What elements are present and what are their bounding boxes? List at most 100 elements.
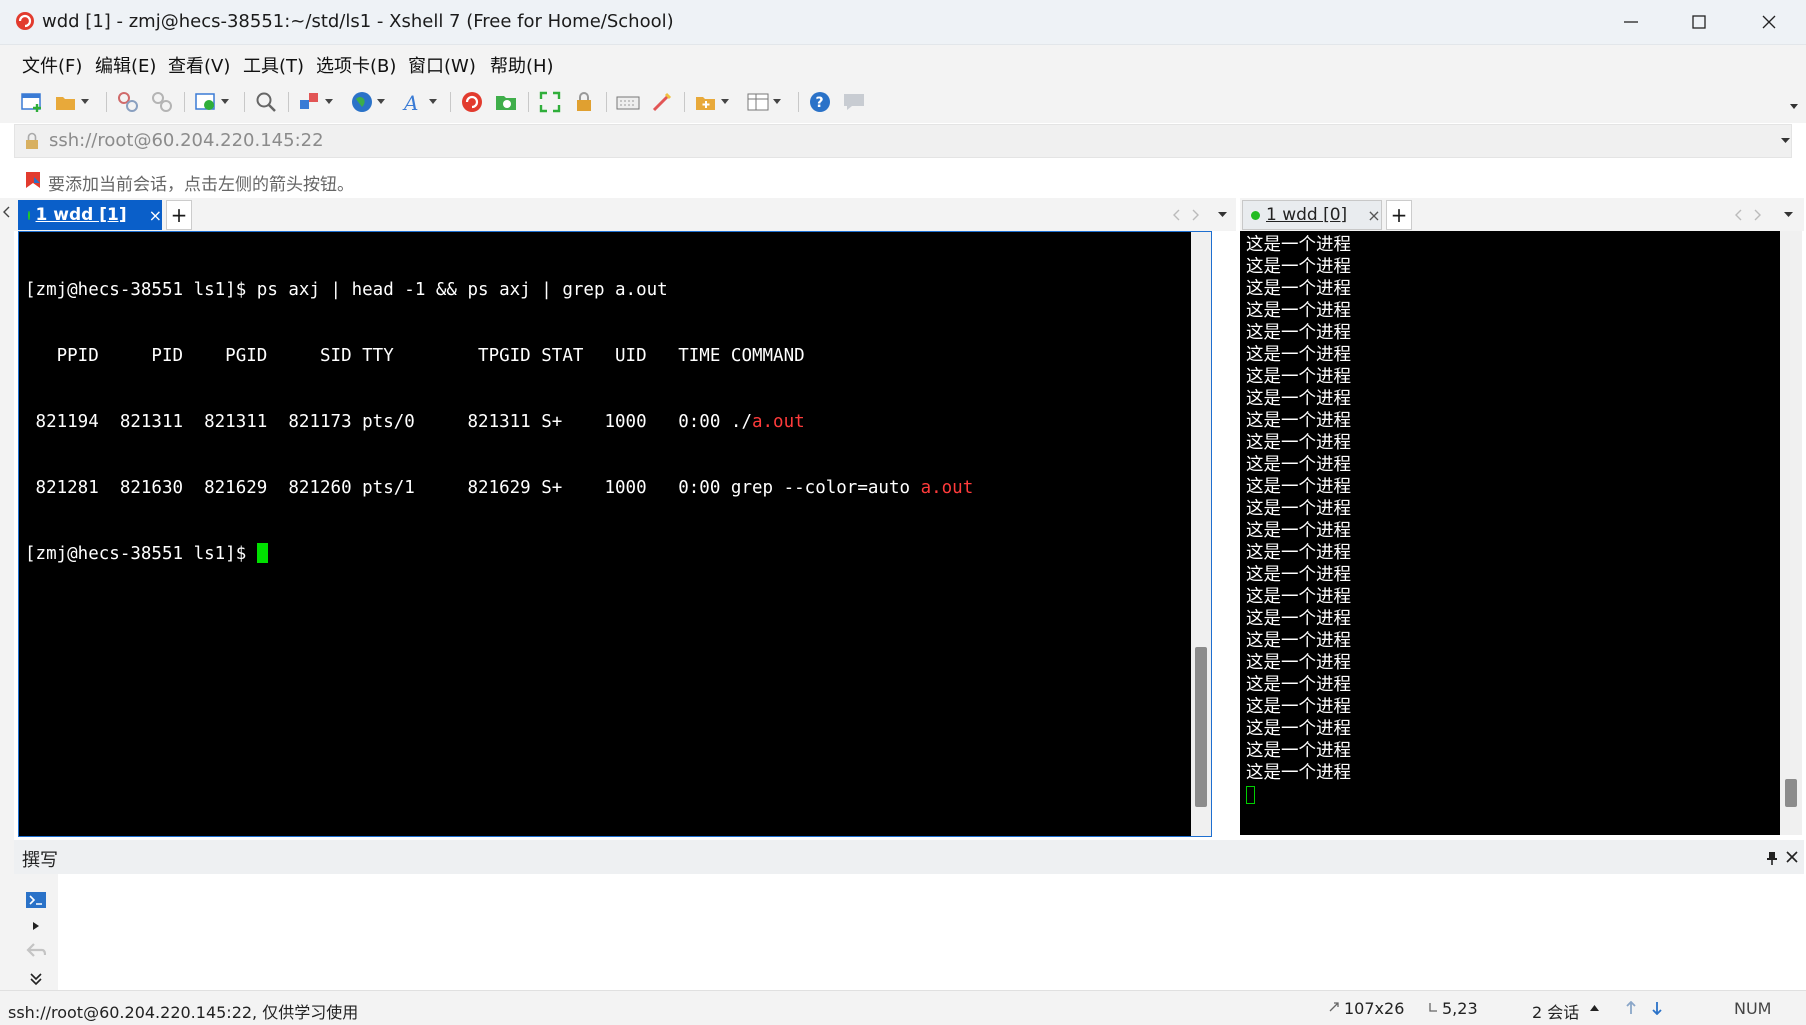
close-icon[interactable] xyxy=(1786,851,1798,863)
menu-file[interactable]: 文件(F) xyxy=(22,52,82,78)
terminal-line: 这是一个进程 xyxy=(1246,389,1351,409)
tab-wdd-1[interactable]: 1 wdd [1] × xyxy=(18,200,162,230)
terminal-line: 这是一个进程 xyxy=(1246,521,1351,541)
double-chevron-down-icon[interactable] xyxy=(30,972,42,986)
terminal-line: 这是一个进程 xyxy=(1246,719,1351,739)
chevron-down-icon xyxy=(721,99,729,104)
undo-arrow-icon[interactable] xyxy=(26,942,46,960)
left-tab-strip: 1 wdd [1] × + xyxy=(14,198,1236,231)
chat-button[interactable] xyxy=(842,88,866,116)
toolbar-overflow-icon[interactable] xyxy=(1790,104,1798,110)
pin-icon[interactable] xyxy=(1766,851,1778,865)
layout-icon xyxy=(747,93,769,111)
left-edge-strip xyxy=(0,198,14,990)
disconnect-icon xyxy=(152,92,172,112)
tab-close-button[interactable]: × xyxy=(149,206,162,225)
transfer-button[interactable] xyxy=(298,88,333,116)
keyboard-button[interactable] xyxy=(616,88,640,116)
fullscreen-button[interactable] xyxy=(538,88,562,116)
window-title: wdd [1] - zmj@hecs-38551:~/std/ls1 - Xsh… xyxy=(42,11,674,32)
find-button[interactable] xyxy=(254,88,278,116)
close-button[interactable] xyxy=(1734,0,1804,44)
terminal-left[interactable]: [zmj@hecs-38551 ls1]$ ps axj | head -1 &… xyxy=(18,231,1212,837)
xshell-button[interactable] xyxy=(460,88,484,116)
menu-view[interactable]: 查看(V) xyxy=(168,52,230,78)
scrollbar[interactable] xyxy=(1780,231,1802,835)
scrollbar[interactable] xyxy=(1191,232,1211,836)
line-text: 821281 821630 821629 821260 pts/1 821629… xyxy=(25,478,921,498)
scrollbar-thumb[interactable] xyxy=(1195,647,1207,807)
script-button[interactable] xyxy=(650,88,674,116)
font-button[interactable]: A xyxy=(402,88,437,116)
xftp-icon xyxy=(496,96,516,110)
chevron-down-icon[interactable] xyxy=(1784,212,1793,218)
new-session-button[interactable] xyxy=(20,88,44,116)
tab-close-button[interactable]: × xyxy=(1367,206,1380,225)
add-tab-button[interactable]: + xyxy=(1386,200,1412,230)
terminal-line: 这是一个进程 xyxy=(1246,257,1351,277)
chevron-down-icon[interactable] xyxy=(1781,138,1790,144)
chevron-left-icon[interactable] xyxy=(1734,209,1742,221)
terminal-line: 这是一个进程 xyxy=(1246,565,1351,585)
lock-button[interactable] xyxy=(572,88,596,116)
terminal-size-icon xyxy=(1329,1002,1339,1012)
menu-window[interactable]: 窗口(W) xyxy=(408,52,476,78)
tab-wdd-0[interactable]: 1 wdd [0] × xyxy=(1242,200,1382,230)
status-dot xyxy=(28,210,30,220)
chevron-down-icon[interactable] xyxy=(1218,212,1227,218)
address-bar[interactable]: ssh://root@60.204.220.145:22 xyxy=(14,124,1792,158)
caret-up-icon[interactable] xyxy=(1590,1005,1599,1011)
line-text: PPID PID PGID SID TTY TPGID STAT UID TIM… xyxy=(25,346,805,366)
chevron-down-icon xyxy=(377,99,385,104)
terminal-right[interactable]: 这是一个进程 这是一个进程 这是一个进程 这是一个进程 这是一个进程 这是一个进程 这是一个… xyxy=(1240,231,1802,835)
chevron-right-icon[interactable] xyxy=(1192,209,1200,221)
chevron-left-icon[interactable] xyxy=(1172,209,1180,221)
toolbar-separator xyxy=(288,92,289,112)
help-button[interactable]: ? xyxy=(808,88,832,116)
menu-help[interactable]: 帮助(H) xyxy=(490,52,554,78)
address-text[interactable]: ssh://root@60.204.220.145:22 xyxy=(49,130,324,151)
menu-bar: 文件(F) 编辑(E) 查看(V) 工具(T) 选项卡(B) 窗口(W) 帮助(… xyxy=(0,45,1806,81)
add-tab-button[interactable]: + xyxy=(166,200,192,230)
toolbar-separator xyxy=(606,92,607,112)
layout-button[interactable] xyxy=(746,88,781,116)
terminal-output: [zmj@hecs-38551 ls1]$ ps axj | head -1 &… xyxy=(25,235,973,609)
status-session-count[interactable]: 2 会话 xyxy=(1532,999,1579,1023)
terminal-line: 这是一个进程 xyxy=(1246,675,1351,695)
caret-right-icon[interactable] xyxy=(33,922,39,930)
status-connection: ssh://root@60.204.220.145:22, 仅供学习使用 xyxy=(8,1003,359,1022)
add-folder-button[interactable] xyxy=(694,88,729,116)
scrollbar-thumb[interactable] xyxy=(1785,779,1797,807)
menu-tabs[interactable]: 选项卡(B) xyxy=(316,52,396,78)
terminal-prompt-icon[interactable] xyxy=(26,892,46,908)
compose-input[interactable] xyxy=(58,874,1804,990)
terminal-line: 这是一个进程 xyxy=(1246,477,1351,497)
status-dot xyxy=(1251,210,1260,220)
terminal-line: [zmj@hecs-38551 ls1]$ ps axj | head -1 &… xyxy=(25,279,973,301)
open-button[interactable] xyxy=(54,88,89,116)
reconnect-button[interactable] xyxy=(116,88,140,116)
menu-tools[interactable]: 工具(T) xyxy=(243,52,304,78)
menu-edit[interactable]: 编辑(E) xyxy=(95,52,156,78)
xftp-button[interactable] xyxy=(494,88,518,116)
font-icon: A xyxy=(402,91,418,114)
session-hint-text: 要添加当前会话，点击左侧的箭头按钮。 xyxy=(48,175,354,195)
svg-text:A: A xyxy=(402,91,418,114)
status-num-lock: NUM xyxy=(1734,999,1772,1018)
properties-button[interactable] xyxy=(194,88,229,116)
chevron-left-icon[interactable] xyxy=(2,206,10,218)
maximize-button[interactable] xyxy=(1664,0,1734,44)
lock-icon xyxy=(577,92,591,111)
disconnect-button[interactable] xyxy=(150,88,174,116)
chevron-right-icon[interactable] xyxy=(1754,209,1762,221)
terminal-line: 这是一个进程 xyxy=(1246,543,1351,563)
open-folder-icon xyxy=(56,97,75,110)
terminal-cursor xyxy=(1246,786,1255,804)
terminal-output: 这是一个进程 这是一个进程 这是一个进程 这是一个进程 这是一个进程 这是一个进程 这是一个… xyxy=(1246,234,1351,804)
globe-button[interactable] xyxy=(350,88,385,116)
bookmark-flag-icon[interactable] xyxy=(24,171,42,189)
line-text: 821194 821311 821311 821173 pts/0 821311… xyxy=(25,412,752,432)
minimize-button[interactable] xyxy=(1596,0,1666,44)
reconnect-icon xyxy=(118,92,138,112)
help-icon: ? xyxy=(810,92,830,112)
